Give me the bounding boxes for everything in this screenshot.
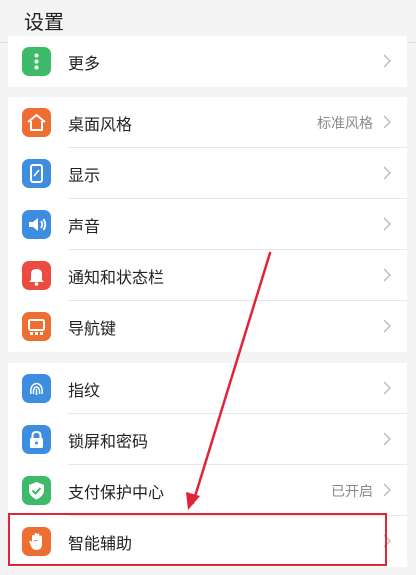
page-title: 设置 xyxy=(24,10,64,34)
settings-item-payment-protection[interactable]: 支付保护中心 已开启 xyxy=(8,465,407,516)
navigation-keys-icon xyxy=(22,312,51,341)
settings-item-fingerprint[interactable]: 指纹 xyxy=(8,363,407,414)
settings-item-display[interactable]: 显示 xyxy=(8,148,407,199)
chevron-right-icon xyxy=(383,432,391,446)
settings-item-label: 智能辅助 xyxy=(68,534,133,553)
settings-item-notifications[interactable]: 通知和状态栏 xyxy=(8,250,407,301)
settings-item-value: 已开启 xyxy=(331,484,373,500)
chevron-right-icon xyxy=(383,217,391,231)
display-icon xyxy=(22,159,51,188)
bell-icon xyxy=(22,261,51,290)
settings-group-more: 更多 xyxy=(8,36,407,87)
settings-item-lock-screen[interactable]: 锁屏和密码 xyxy=(8,414,407,465)
settings-item-label: 显示 xyxy=(68,166,101,185)
chevron-right-icon xyxy=(383,115,391,129)
settings-item-label: 锁屏和密码 xyxy=(68,432,149,451)
settings-group-security: 指纹 锁屏和密码 支付保护中心 已开启 智能辅助 xyxy=(8,363,407,567)
chevron-right-icon xyxy=(383,54,391,68)
settings-group-display: 桌面风格 标准风格 显示 声音 通知和状态栏 导航键 xyxy=(8,97,407,352)
settings-item-label: 支付保护中心 xyxy=(68,483,165,502)
settings-item-more[interactable]: 更多 xyxy=(8,36,407,87)
shield-check-icon xyxy=(22,476,51,505)
settings-item-label: 更多 xyxy=(68,54,101,73)
settings-item-label: 桌面风格 xyxy=(68,115,133,134)
hand-icon xyxy=(22,527,51,556)
settings-item-value: 标准风格 xyxy=(317,116,373,132)
chevron-right-icon xyxy=(383,166,391,180)
more-dots-icon xyxy=(22,47,51,76)
chevron-right-icon xyxy=(383,381,391,395)
settings-item-desktop-style[interactable]: 桌面风格 标准风格 xyxy=(8,97,407,148)
settings-item-label: 通知和状态栏 xyxy=(68,268,165,287)
settings-item-sound[interactable]: 声音 xyxy=(8,199,407,250)
settings-item-label: 指纹 xyxy=(68,381,101,400)
settings-item-label: 导航键 xyxy=(68,319,117,338)
home-icon xyxy=(22,108,51,137)
chevron-right-icon xyxy=(383,534,391,548)
chevron-right-icon xyxy=(383,268,391,282)
chevron-right-icon xyxy=(383,319,391,333)
settings-item-label: 声音 xyxy=(68,217,101,236)
settings-item-navigation-keys[interactable]: 导航键 xyxy=(8,301,407,352)
settings-item-smart-assist[interactable]: 智能辅助 xyxy=(8,516,407,567)
fingerprint-icon xyxy=(22,374,51,403)
speaker-icon xyxy=(22,210,51,239)
chevron-right-icon xyxy=(383,483,391,497)
lock-icon xyxy=(22,425,51,454)
